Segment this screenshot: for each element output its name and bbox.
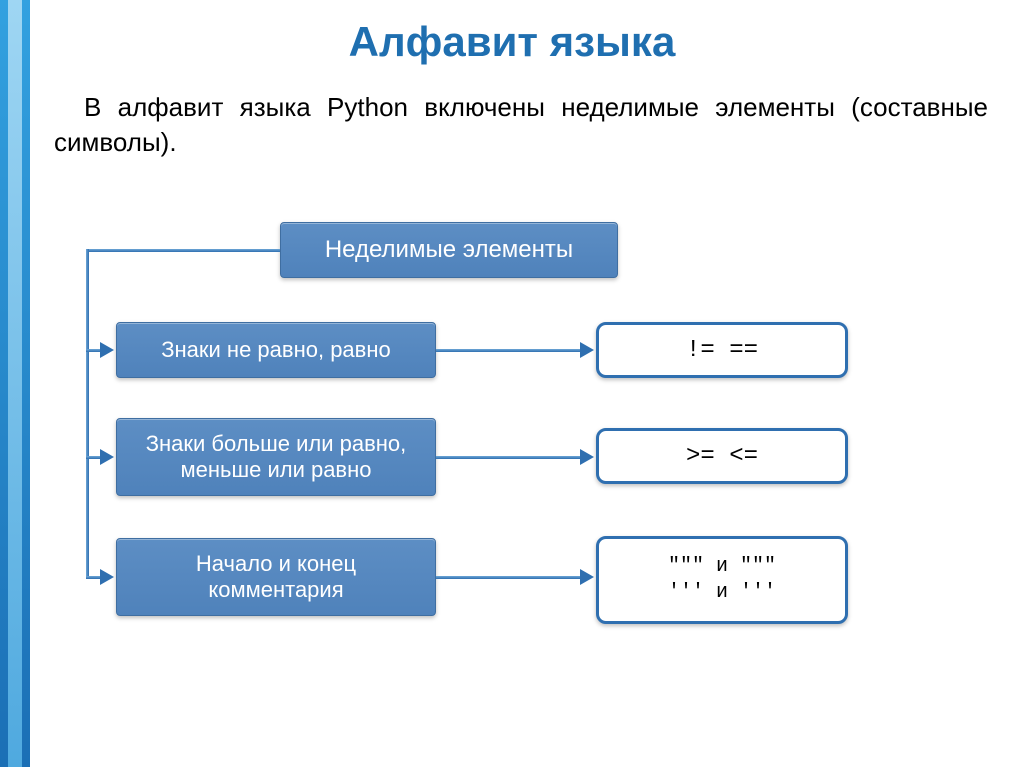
connector — [86, 249, 280, 252]
diagram-left-2: Знаки больше или равно, меньше или равно — [116, 418, 436, 496]
connector — [436, 576, 582, 579]
connector — [86, 249, 89, 577]
intro-paragraph: В алфавит языка Python включены неделимы… — [54, 90, 988, 160]
diagram-root-box: Неделимые элементы — [280, 222, 618, 278]
left-stripe — [0, 0, 30, 767]
diagram-right-3: """ и """ ''' и ''' — [596, 536, 848, 624]
arrow-icon — [580, 342, 594, 358]
left-stripe-inner — [8, 0, 22, 767]
diagram-right-1: != == — [596, 322, 848, 378]
diagram-left-3: Начало и конец комментария — [116, 538, 436, 616]
connector — [436, 456, 582, 459]
arrow-icon — [100, 449, 114, 465]
arrow-icon — [100, 342, 114, 358]
arrow-icon — [580, 449, 594, 465]
diagram-left-1: Знаки не равно, равно — [116, 322, 436, 378]
diagram-right-2: >= <= — [596, 428, 848, 484]
arrow-icon — [580, 569, 594, 585]
connector — [436, 349, 582, 352]
page-title: Алфавит языка — [0, 18, 1024, 66]
slide: Алфавит языка В алфавит языка Python вкл… — [0, 0, 1024, 767]
arrow-icon — [100, 569, 114, 585]
